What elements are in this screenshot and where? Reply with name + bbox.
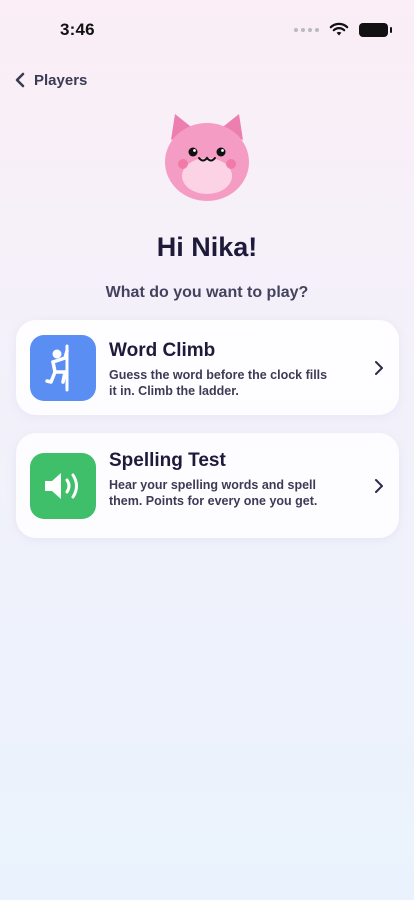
climber-icon — [45, 344, 69, 392]
status-indicators — [294, 22, 392, 37]
back-button[interactable]: Players — [14, 68, 87, 92]
card-description: Hear your spelling words and spell them.… — [109, 478, 318, 508]
game-card-word-climb[interactable]: Word Climb Guess the word before the clo… — [16, 320, 399, 415]
card-title: Word Climb — [109, 340, 216, 361]
back-label: Players — [34, 71, 88, 89]
card-title: Spelling Test — [109, 450, 226, 471]
spelling-test-tile — [30, 453, 96, 519]
status-time: 3:46 — [60, 20, 95, 39]
greeting-title: Hi Nika! — [156, 232, 258, 262]
cat-avatar-icon — [165, 114, 249, 201]
chevron-left-icon — [15, 72, 25, 88]
wifi-icon — [329, 22, 349, 36]
speaker-icon — [45, 473, 78, 499]
chevron-right-icon — [375, 479, 383, 493]
word-climb-tile — [30, 335, 96, 401]
card-description: Guess the word before the clock fills it… — [109, 368, 328, 398]
game-card-spelling-test[interactable]: Spelling Test Hear your spelling words a… — [16, 433, 399, 538]
status-bar: 3:46 — [0, 0, 414, 60]
signal-dots-icon — [294, 27, 319, 32]
game-prompt: What do you want to play? — [105, 284, 309, 301]
battery-icon — [359, 22, 392, 37]
chevron-right-icon — [375, 361, 383, 375]
